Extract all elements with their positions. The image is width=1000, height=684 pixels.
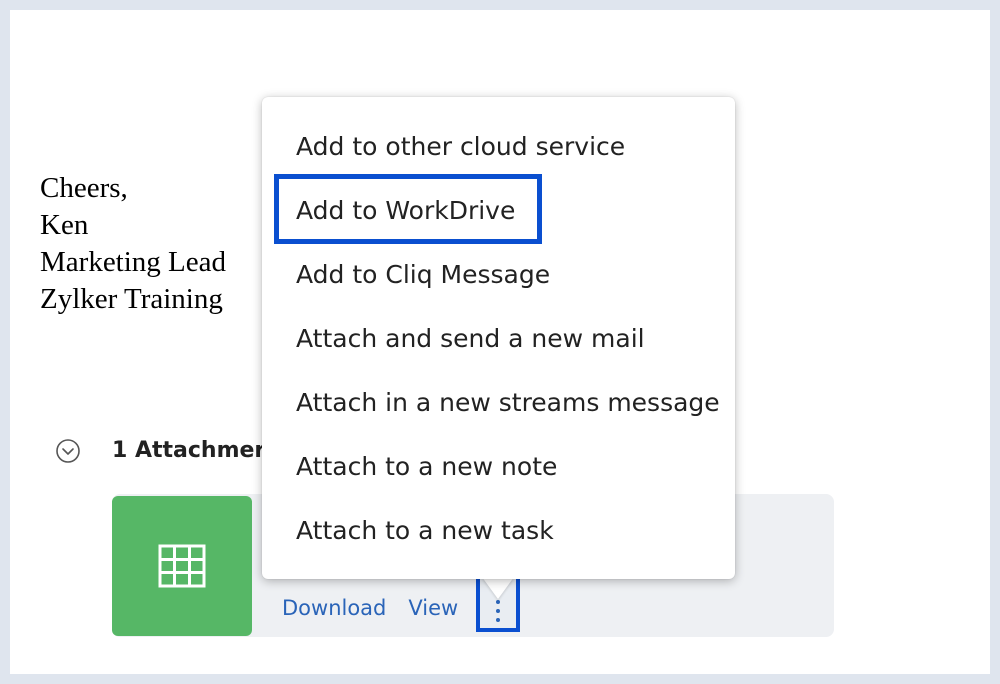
spreadsheet-grid-icon	[158, 544, 206, 588]
file-thumbnail[interactable]	[112, 496, 252, 636]
menu-pointer-caret	[482, 577, 514, 599]
menu-item-add-to-workdrive[interactable]: Add to WorkDrive	[296, 191, 515, 231]
more-options-button[interactable]	[476, 574, 520, 632]
menu-item-attach-to-new-task[interactable]: Attach to a new task	[296, 511, 554, 551]
signature-line: Ken	[40, 209, 89, 241]
attachment-count: 1 Attachmer	[112, 438, 266, 463]
view-link[interactable]: View	[408, 596, 458, 620]
attachments-header: 1 Attachmer	[56, 438, 265, 463]
email-signature: Cheers, Ken Marketing Lead Zylker Traini…	[40, 170, 226, 318]
collapse-chevron-icon[interactable]	[56, 438, 80, 463]
download-link[interactable]: Download	[282, 596, 386, 620]
menu-item-attach-and-send-new-mail[interactable]: Attach and send a new mail	[296, 319, 645, 359]
menu-item-add-to-other-cloud-service[interactable]: Add to other cloud service	[296, 127, 625, 167]
menu-item-add-to-cliq-message[interactable]: Add to Cliq Message	[296, 255, 550, 295]
attachment-actions: Download View	[282, 596, 458, 620]
menu-item-attach-in-new-streams-message[interactable]: Attach in a new streams message	[296, 383, 720, 423]
signature-line: Zylker Training	[40, 283, 223, 315]
signature-line: Cheers,	[40, 172, 128, 204]
attachment-context-menu: Add to other cloud service Add to WorkDr…	[262, 97, 735, 579]
vertical-dots-icon	[496, 600, 500, 622]
signature-line: Marketing Lead	[40, 246, 227, 278]
menu-item-attach-to-new-note[interactable]: Attach to a new note	[296, 447, 557, 487]
